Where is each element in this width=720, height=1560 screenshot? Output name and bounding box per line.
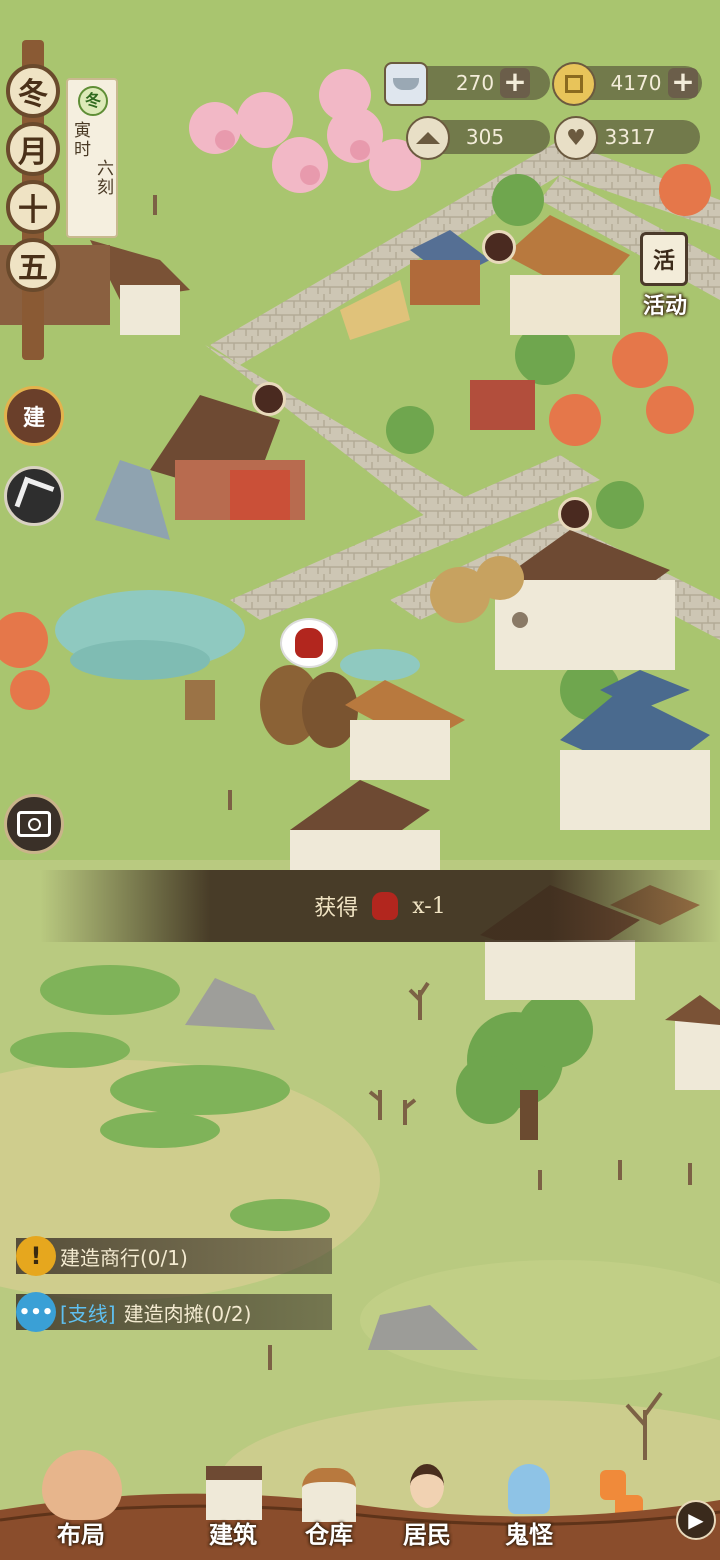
time-quarter-1: 六 <box>97 159 114 179</box>
silver-ingot-icon <box>384 62 428 106</box>
day-chip-units: 五 <box>6 238 60 292</box>
exclamation-icon: ! <box>16 1236 56 1276</box>
expand-arrow-button[interactable]: ▶ <box>676 1500 716 1540</box>
blocked-marker-icon[interactable] <box>482 230 516 264</box>
time-card[interactable]: 冬 寅 时 六 刻 <box>66 78 118 238</box>
event-label: 活动 <box>642 293 687 319</box>
nav-building[interactable]: 建筑 <box>188 1460 278 1560</box>
brush-icon <box>14 476 54 516</box>
resident-icon <box>410 1464 444 1508</box>
blocked-marker-icon[interactable] <box>252 382 286 416</box>
build-shortcut-button[interactable]: 建 <box>4 386 64 446</box>
add-silver-button[interactable]: + <box>500 68 530 98</box>
silver-value: 270 <box>455 71 495 95</box>
time-hour-2: 时 <box>74 140 91 160</box>
nav-residents[interactable]: 居民 <box>382 1460 472 1560</box>
time-hour-1: 寅 <box>74 121 91 141</box>
reward-toast: 获得 x-1 <box>40 870 720 942</box>
nav-layout-label: 布局 <box>57 1520 105 1549</box>
season-tag: 冬 <box>78 86 108 116</box>
nav-layout[interactable]: 布局 <box>26 1430 136 1560</box>
event-button[interactable]: 活 活动 <box>630 232 700 322</box>
quest-side[interactable]: ••• [支线] 建造肉摊(0/2) <box>16 1292 332 1332</box>
wine-jar-icon <box>295 628 323 658</box>
wine-jar-bubble[interactable] <box>280 618 338 668</box>
layout-pig-icon <box>42 1450 122 1520</box>
nav-residents-label: 居民 <box>403 1520 451 1549</box>
nav-ghosts-label: 鬼怪 <box>505 1520 553 1549</box>
heart-icon: ♥ <box>554 116 598 160</box>
nav-warehouse[interactable]: 仓库 <box>284 1460 374 1560</box>
nav-warehouse-label: 仓库 <box>305 1520 353 1549</box>
event-icon-text: 活 <box>652 248 675 274</box>
build-shortcut-label: 建 <box>22 405 45 431</box>
quest-main-text: 建造商行(0/1) <box>60 1245 188 1270</box>
time-quarter-2: 刻 <box>97 178 114 198</box>
nav-building-label: 建筑 <box>209 1520 257 1549</box>
season-chip: 冬 <box>6 64 60 118</box>
nav-ghosts[interactable]: 鬼怪 <box>484 1460 574 1560</box>
ink-brush-button[interactable] <box>4 466 64 526</box>
toast-prefix: 获得 <box>314 896 359 921</box>
day-chip-tens: 十 <box>6 180 60 234</box>
toast-suffix: x-1 <box>412 893 446 919</box>
event-scroll-icon: 活 <box>640 232 688 286</box>
ghost-icon <box>508 1464 550 1514</box>
quest-main[interactable]: ! 建造商行(0/1) <box>16 1236 332 1276</box>
warehouse-icon <box>302 1468 356 1522</box>
quest-side-tag: [支线] <box>60 1301 116 1326</box>
coin-value: 4170 <box>610 71 662 95</box>
camera-icon <box>17 811 51 837</box>
month-chip: 月 <box>6 122 60 176</box>
quest-side-text: 建造肉摊(0/2) <box>123 1301 252 1326</box>
ellipsis-icon: ••• <box>16 1292 56 1332</box>
building-icon <box>206 1466 262 1520</box>
copper-coin-icon <box>552 62 596 106</box>
prosperity-value: 3317 <box>604 125 656 149</box>
wine-jar-icon <box>372 892 399 920</box>
population-value: 305 <box>465 125 505 149</box>
camera-button[interactable] <box>4 794 64 854</box>
add-coin-button[interactable]: + <box>668 68 698 98</box>
house-icon <box>406 116 450 160</box>
blocked-marker-icon[interactable] <box>558 497 592 531</box>
